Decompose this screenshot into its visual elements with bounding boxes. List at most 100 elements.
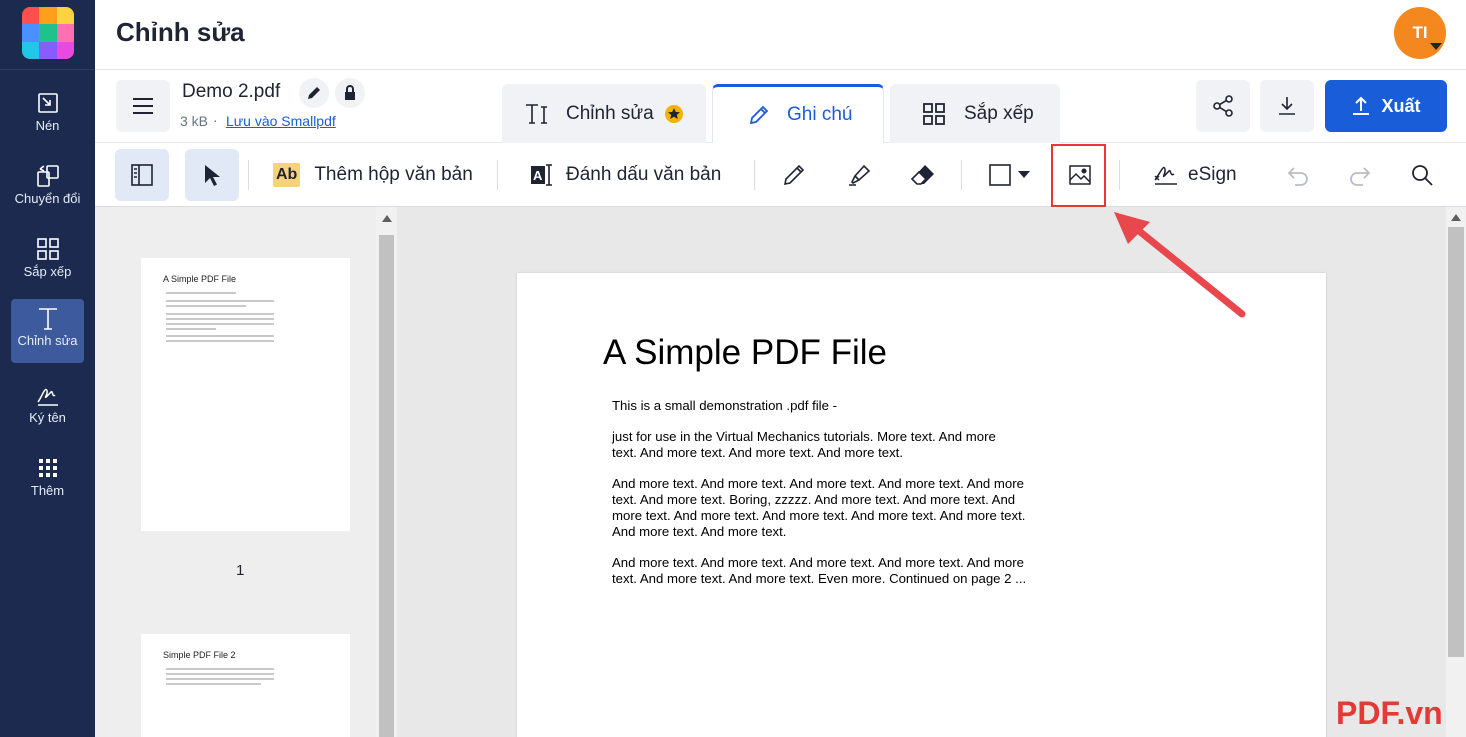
pencil-icon bbox=[749, 105, 769, 125]
thumbnail-text-line bbox=[166, 678, 274, 680]
redo-button[interactable] bbox=[1345, 157, 1375, 193]
thumbnail-text-line bbox=[166, 323, 274, 325]
download-button[interactable] bbox=[1260, 80, 1314, 132]
pdf-paragraph: This is a small demonstration .pdf file … bbox=[612, 398, 1052, 414]
signature-icon bbox=[36, 388, 58, 406]
rail-item-label: Chuyển đổi bbox=[14, 191, 81, 206]
star-badge-icon bbox=[664, 104, 683, 123]
pdf-text-line: just for use in the Virtual Mechanics tu… bbox=[612, 429, 996, 444]
rail-item-label: Ký tên bbox=[29, 410, 66, 425]
page-number: 1 bbox=[236, 562, 245, 579]
rail-item-label: Thêm bbox=[30, 483, 65, 498]
undo-button[interactable] bbox=[1283, 157, 1313, 193]
sidebar-panel-icon bbox=[131, 164, 153, 186]
pdf-text-line: And more text. And more text. bbox=[612, 524, 787, 539]
eraser-tool-button[interactable] bbox=[907, 155, 939, 195]
rail-item-sign[interactable]: Ký tên bbox=[11, 376, 84, 438]
pdf-text-line: more text. And more text. And more text.… bbox=[612, 508, 1026, 523]
thumbnail-page-1[interactable]: A Simple PDF File bbox=[141, 258, 350, 531]
tab-edit[interactable]: Chỉnh sửa bbox=[502, 84, 706, 143]
avatar[interactable]: TI bbox=[1394, 7, 1446, 59]
thumbnail-text-line bbox=[166, 335, 274, 337]
thumbnail-page-2[interactable]: Simple PDF File 2 bbox=[141, 634, 350, 737]
document-name[interactable]: Demo 2.pdf bbox=[182, 81, 280, 103]
scrollbar-thumb[interactable] bbox=[379, 235, 394, 737]
thumbnail-text-line bbox=[166, 318, 274, 320]
cursor-arrow-icon bbox=[205, 165, 220, 186]
thumbnail-text-line bbox=[166, 683, 261, 685]
pdf-text-line: This is a small demonstration .pdf file … bbox=[612, 398, 838, 413]
rail-item-compress[interactable]: Nén bbox=[11, 84, 84, 146]
select-tool-button[interactable] bbox=[185, 149, 239, 201]
chevron-down-icon bbox=[1018, 171, 1030, 178]
lock-button[interactable] bbox=[335, 78, 365, 108]
rail-item-organize[interactable]: Sắp xếp bbox=[11, 230, 84, 292]
highlighter-tool-button[interactable] bbox=[844, 155, 874, 195]
esign-label: eSign bbox=[1188, 164, 1237, 185]
search-button[interactable] bbox=[1407, 157, 1437, 193]
highlight-text-button[interactable]: A Đánh dấu văn bản bbox=[529, 157, 721, 193]
more-grid-icon bbox=[38, 459, 57, 477]
export-label: Xuất bbox=[1381, 95, 1421, 116]
rail-item-convert[interactable]: Chuyển đổi bbox=[11, 157, 84, 219]
thumbnail-title: A Simple PDF File bbox=[163, 274, 237, 284]
undo-icon bbox=[1287, 167, 1308, 186]
thumbnail-panel: A Simple PDF File 1 Simple PDF File 2 bbox=[95, 207, 397, 737]
meta-separator: · bbox=[213, 112, 218, 128]
menu-button[interactable] bbox=[116, 80, 170, 132]
add-textbox-button[interactable]: Ab Thêm hộp văn bản bbox=[273, 157, 473, 193]
thumbnail-title: Simple PDF File 2 bbox=[163, 650, 236, 660]
search-icon bbox=[1412, 165, 1433, 186]
download-icon bbox=[1279, 97, 1295, 115]
compress-icon bbox=[37, 93, 58, 113]
viewer-scrollbar[interactable] bbox=[1446, 207, 1466, 737]
pencil-icon bbox=[308, 87, 320, 99]
share-button[interactable] bbox=[1196, 80, 1250, 132]
smallpdf-logo[interactable] bbox=[22, 7, 74, 59]
thumbnail-text-line bbox=[166, 668, 274, 670]
rail-item-more[interactable]: Thêm bbox=[11, 449, 84, 511]
lock-icon bbox=[345, 85, 355, 100]
thumbnail-text-line bbox=[166, 292, 236, 294]
thumbnail-scrollbar[interactable] bbox=[376, 207, 397, 737]
file-size: 3 kB bbox=[180, 113, 209, 129]
chevron-down-icon[interactable] bbox=[1430, 43, 1442, 50]
pdf-text-line: And more text. And more text. And more t… bbox=[612, 476, 1024, 491]
tab-annotate[interactable]: Ghi chú bbox=[712, 84, 884, 143]
annotation-toolbar: Ab Thêm hộp văn bản A Đánh dấu văn bản e… bbox=[95, 143, 1466, 207]
esign-button[interactable]: eSign bbox=[1152, 157, 1237, 193]
thumbnail-text-line bbox=[166, 328, 216, 330]
annotation-arrow-icon bbox=[1114, 212, 1246, 318]
rail-item-edit[interactable]: Chỉnh sửa bbox=[11, 299, 84, 363]
watermark-logo: PDF.vn bbox=[1336, 695, 1443, 731]
rectangle-shape-icon bbox=[989, 164, 1011, 186]
scroll-up-arrow-icon[interactable] bbox=[382, 215, 392, 222]
text-cursor-icon bbox=[526, 103, 547, 124]
save-to-smallpdf-link[interactable]: Lưu vào Smallpdf bbox=[226, 113, 336, 129]
highlighter-icon bbox=[849, 164, 871, 186]
pen-tool-button[interactable] bbox=[779, 155, 809, 195]
hamburger-icon bbox=[133, 98, 153, 114]
scrollbar-thumb[interactable] bbox=[1448, 227, 1464, 657]
tab-label: Chỉnh sửa bbox=[566, 102, 654, 124]
convert-icon bbox=[36, 165, 59, 187]
rename-button[interactable] bbox=[299, 78, 329, 108]
divider bbox=[248, 160, 249, 190]
textbox-ab-icon: Ab bbox=[273, 163, 301, 187]
pdf-page[interactable]: A Simple PDF File This is a small demons… bbox=[517, 273, 1326, 737]
pdf-paragraph: And more text. And more text. And more t… bbox=[612, 555, 1052, 587]
pdf-text-line: text. And more text. Boring, zzzzz. And … bbox=[612, 492, 1016, 507]
pdf-paragraph: And more text. And more text. And more t… bbox=[612, 476, 1052, 540]
export-button[interactable]: Xuất bbox=[1325, 80, 1447, 132]
tab-organize[interactable]: Sắp xếp bbox=[890, 84, 1060, 143]
pdf-text-line: text. And more text. And more text. And … bbox=[612, 445, 903, 460]
tab-label: Ghi chú bbox=[787, 104, 853, 125]
app-header: Chỉnh sửa TI bbox=[95, 0, 1466, 70]
shape-tool-button[interactable] bbox=[983, 155, 1035, 195]
grid-icon bbox=[923, 102, 945, 125]
rail-item-label: Chỉnh sửa bbox=[17, 333, 78, 348]
scroll-up-arrow-icon[interactable] bbox=[1451, 214, 1461, 221]
toggle-thumbnails-button[interactable] bbox=[115, 149, 169, 201]
thumbnail-text-line bbox=[166, 305, 246, 307]
upload-icon bbox=[1353, 96, 1370, 115]
